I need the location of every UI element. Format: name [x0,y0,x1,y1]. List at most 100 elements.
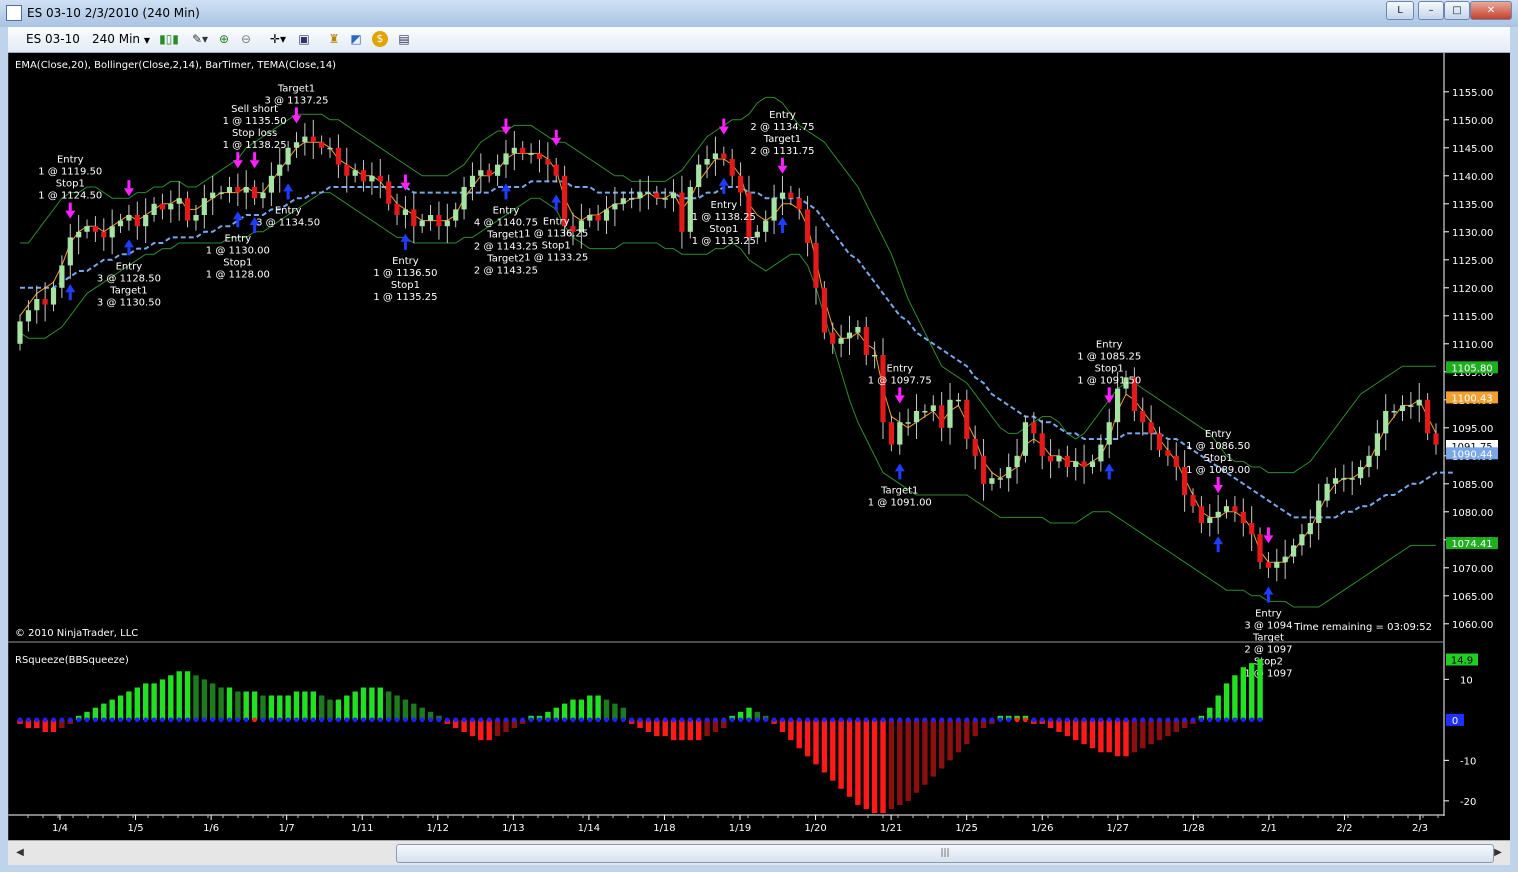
zoom-out-icon[interactable]: ⊖ [238,31,254,47]
squeeze-dot [905,717,911,723]
squeeze-bar [813,719,819,765]
squeeze-bar [1106,719,1112,753]
candle [84,226,90,232]
annotation-text: 3 @ 1128.50 [97,273,161,284]
annotation-text: Target1 [109,285,147,296]
entry-arrow-stem [504,118,508,127]
squeeze-dot [461,717,467,723]
candle [319,142,325,148]
entry-arrow-stem [554,129,558,138]
annotation-text: 1 @ 1124.50 [38,191,102,202]
annotation-text: Entry [392,256,419,267]
candle [553,164,559,176]
annotation-text: Target1 [486,229,524,240]
candle [1022,422,1028,456]
annotation-text: Stop1 [542,241,571,252]
candle [603,209,610,221]
squeeze-dot [444,717,450,723]
candle [997,478,1003,480]
candle [34,299,40,311]
squeeze-bar [1215,695,1221,720]
squeeze-bar [478,719,484,741]
squeeze-bar [293,691,300,720]
annotation-text: Stop loss [232,128,277,139]
x-tick-label: 2/2 [1336,823,1352,834]
annotation-text: 1 @ 1136.50 [373,268,437,279]
close-button[interactable]: ✕ [1470,1,1512,20]
squeeze-dot [780,717,785,723]
strategy-icon[interactable]: ♜ [326,31,342,47]
squeeze-dot [1249,717,1255,723]
horizontal-scrollbar[interactable]: ◀ ||| ▶ [8,840,1510,865]
bar-timer-label: Time remaining = 03:09:52 [1293,622,1432,633]
data-box-icon[interactable]: ▤ [396,31,412,47]
scrollbar-thumb[interactable]: ||| [396,844,1494,863]
annotation-text: Entry [711,200,738,211]
maximize-button[interactable]: □ [1444,1,1470,20]
crosshair-icon[interactable]: ✛▾ [266,31,290,47]
squeeze-bar [1223,683,1230,720]
minimize-button[interactable]: – [1418,1,1444,20]
annotation-text: Target1 [763,134,801,145]
squeeze-axis: 10 -10 -20 [1444,675,1476,808]
chart-svg[interactable]: Entry1 @ 1119.50Stop11 @ 1124.50Entry3 @… [7,53,1510,840]
squeeze-dot [1115,717,1120,723]
indicator-icon[interactable]: ◩ [348,31,364,47]
squeeze-bar [603,699,610,720]
squeeze-dot [964,717,970,723]
candle [17,321,23,344]
squeeze-bar [285,695,291,720]
dollar-icon[interactable]: $ [372,31,388,47]
entry-arrow-icon [894,395,905,404]
squeeze-bar [310,691,316,720]
scroll-left-icon[interactable]: ◀ [12,844,28,861]
instrument-selector[interactable]: ES 03-10 ▼ [26,31,88,62]
chart-area[interactable]: Entry 1 @ 1119.50 Stop1 1 @ 1124.50 Entry 3 @… [7,53,1510,840]
squeeze-dot [922,717,928,723]
candle [1274,562,1280,568]
interval-selector[interactable]: 240 Min ▼ [92,31,150,48]
candle [1291,545,1297,557]
squeeze-dot [1165,717,1171,723]
squeeze-dot [1207,717,1213,723]
candle [612,203,618,210]
annotation-text: 1 @ 1085.25 [1077,351,1141,362]
candle [922,411,928,413]
entry-arrow-icon [249,160,260,169]
annotation-text: 1 @ 1086.50 [1186,441,1250,452]
squeeze-dot [956,717,961,723]
candle [394,203,400,215]
zoom-in-icon[interactable]: ⊕ [216,31,232,47]
candle [1341,478,1347,480]
squeeze-dot [847,717,852,723]
properties-icon[interactable]: ▣ [296,31,312,47]
annotation-text: 1 @ 1133.25 [692,236,756,247]
candle [151,203,157,215]
squeeze-dot [59,717,65,723]
exit-arrow-icon [1213,536,1224,545]
candle [428,215,434,221]
scroll-right-icon[interactable]: ▶ [1490,844,1506,861]
y-tick-label: 1140.00 [1452,172,1493,183]
candle [855,327,861,333]
squeeze-bar [561,703,568,720]
squeeze-dot [51,717,56,723]
candle [930,405,936,411]
squeeze-dot [17,717,23,723]
candle [360,170,367,182]
link-button[interactable]: L [1386,1,1414,20]
squeeze-dot [721,717,727,723]
bar-type-icon[interactable]: ▮▯▮ [156,31,182,47]
x-tick-label: 1/6 [203,823,219,834]
x-tick-label: 1/18 [653,823,675,834]
squeeze-dot [1098,717,1104,723]
squeeze-dot [168,717,174,723]
squeeze-dot [67,717,73,723]
x-tick-label: 1/28 [1182,823,1204,834]
squeeze-dot [243,717,249,723]
candle [1433,433,1439,445]
squeeze-dot [84,717,90,723]
annotation-text: Target2 [486,253,524,264]
draw-pencil-icon[interactable]: ✎▾ [188,31,212,47]
candle [1115,388,1121,423]
